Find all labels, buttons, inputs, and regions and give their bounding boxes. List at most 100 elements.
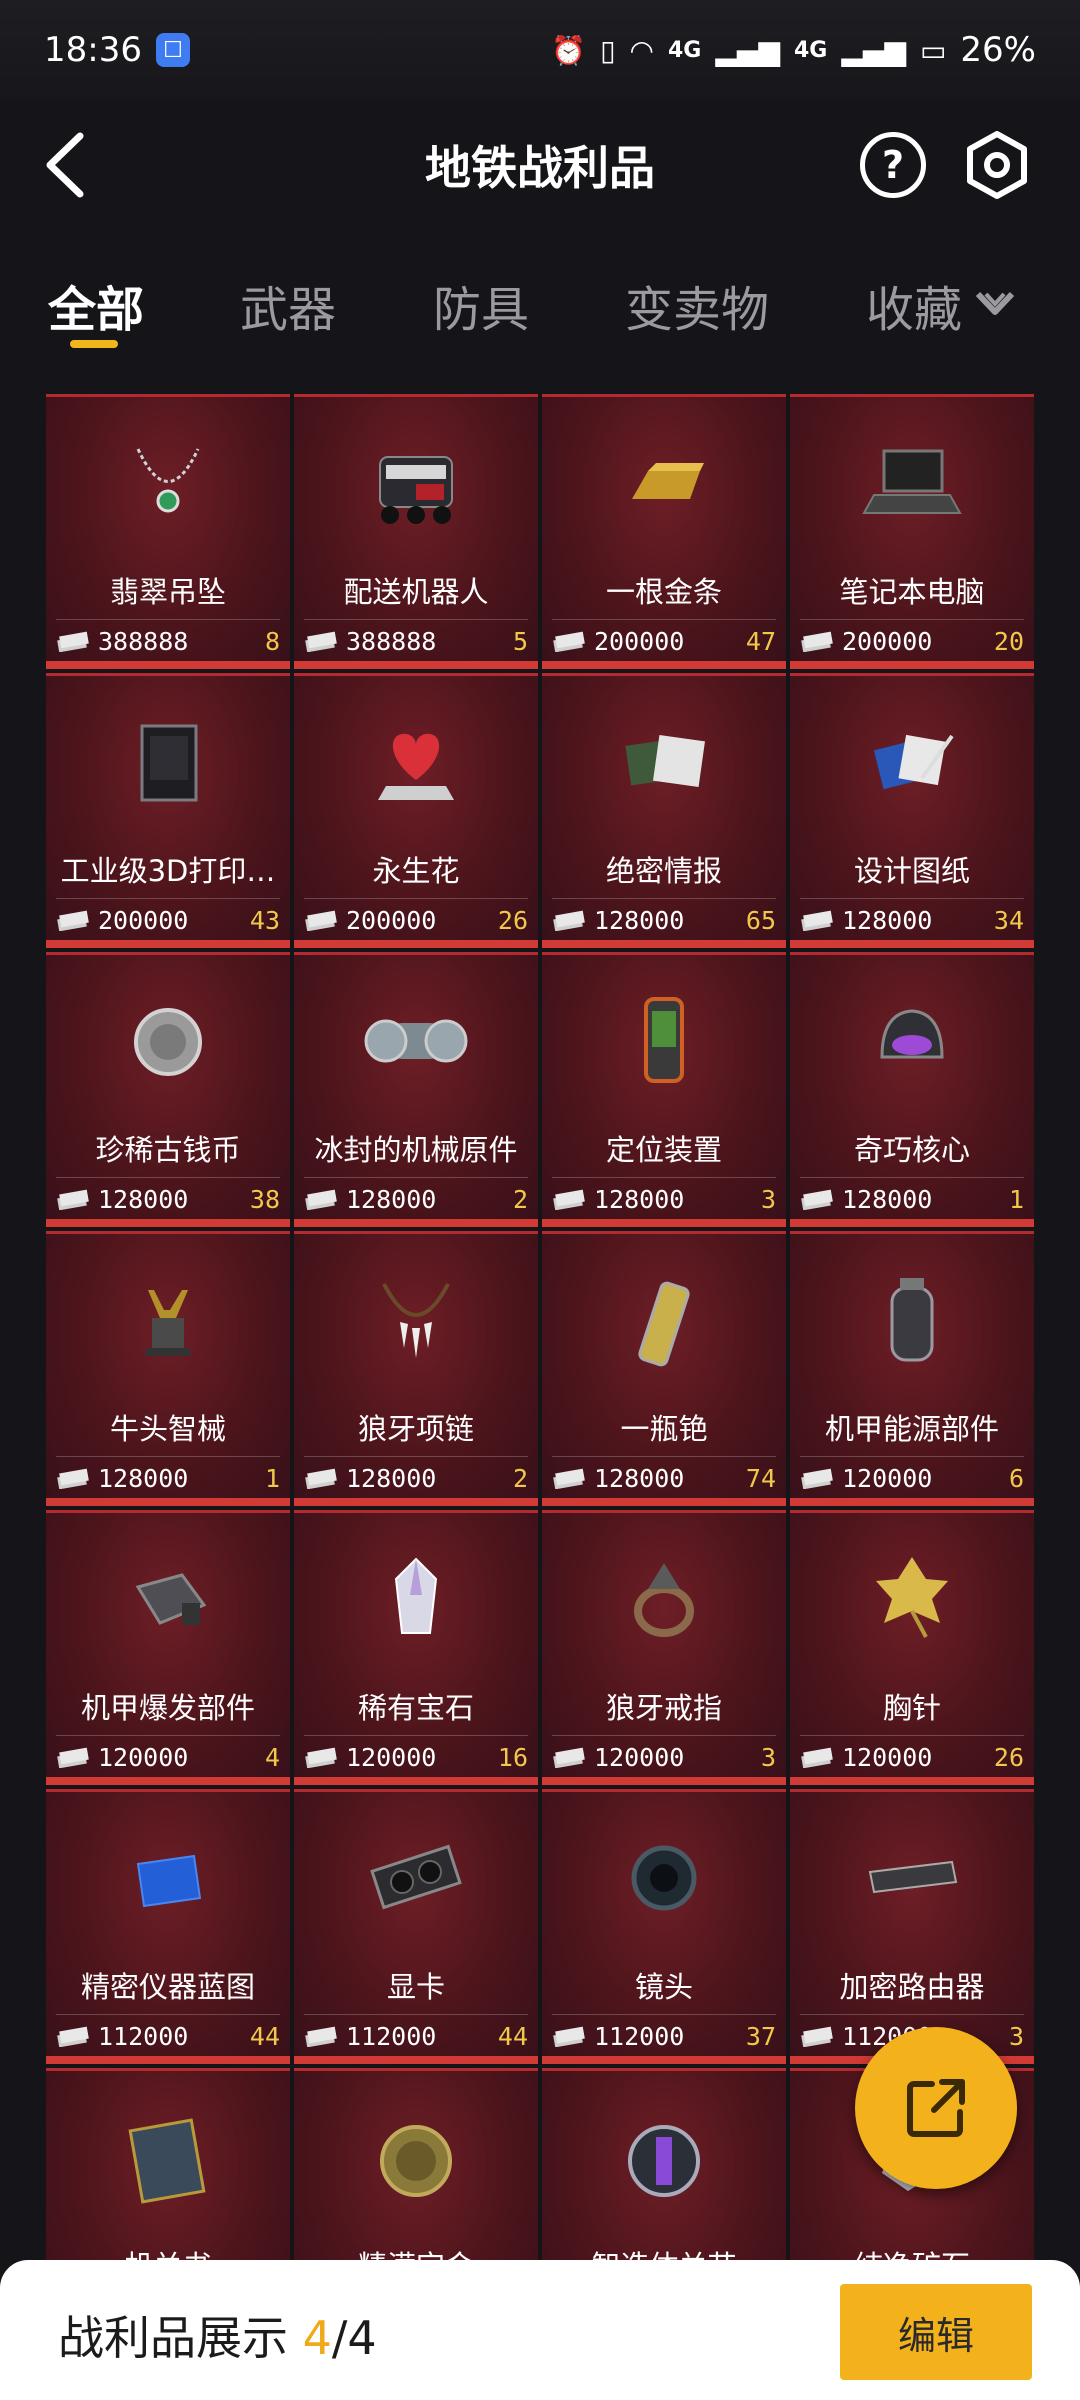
loot-card[interactable]: 加密路由器 112000 3 bbox=[790, 1789, 1034, 2064]
tab-all[interactable]: 全部 bbox=[48, 270, 144, 340]
tab-sellables[interactable]: 变卖物 bbox=[625, 270, 769, 340]
item-name: 牛头智械 bbox=[109, 1412, 226, 1446]
item-count: 16 bbox=[497, 1742, 528, 1772]
cash-icon bbox=[553, 631, 585, 652]
showcase-total-count: /4 bbox=[331, 2311, 377, 2365]
loot-card[interactable]: 稀有宝石 120000 16 bbox=[294, 1510, 538, 1785]
loot-card[interactable]: 机甲爆发部件 120000 4 bbox=[46, 1510, 290, 1785]
share-button[interactable] bbox=[855, 2027, 1017, 2189]
card-divider bbox=[304, 1456, 528, 1457]
card-divider bbox=[552, 1456, 776, 1457]
settings-button[interactable] bbox=[960, 128, 1034, 202]
battery-level: 26% bbox=[960, 30, 1036, 70]
item-price: 120000 bbox=[98, 1742, 189, 1772]
item-price: 128000 bbox=[594, 1184, 685, 1214]
canister-icon bbox=[790, 1266, 1034, 1376]
cash-icon bbox=[801, 1747, 833, 1768]
price-row: 128000 34 bbox=[800, 904, 1024, 936]
cash-icon bbox=[553, 1189, 585, 1210]
loot-card[interactable]: 一瓶铯 128000 74 bbox=[542, 1231, 786, 1506]
3d-printer-icon bbox=[46, 708, 290, 818]
card-divider bbox=[56, 1735, 280, 1736]
loot-card[interactable]: 狼牙项链 128000 2 bbox=[294, 1231, 538, 1506]
lens-icon bbox=[542, 1824, 786, 1934]
item-price: 128000 bbox=[842, 1184, 933, 1214]
tab-armor[interactable]: 防具 bbox=[433, 270, 529, 340]
alarm-icon: ⏰ bbox=[551, 33, 587, 67]
loot-card[interactable]: 笔记本电脑 200000 20 bbox=[790, 394, 1034, 669]
price-row: 120000 4 bbox=[56, 1741, 280, 1773]
item-count: 26 bbox=[993, 1742, 1024, 1772]
item-name: 冰封的机械原件 bbox=[314, 1133, 518, 1167]
card-divider bbox=[304, 1735, 528, 1736]
tab-weapons[interactable]: 武器 bbox=[240, 270, 336, 340]
medallion-icon bbox=[294, 2103, 538, 2213]
blueprint-icon bbox=[790, 708, 1034, 818]
loot-card[interactable]: 绝密情报 128000 65 bbox=[542, 673, 786, 948]
loot-card[interactable]: 牛头智械 128000 1 bbox=[46, 1231, 290, 1506]
loot-card[interactable]: 定位装置 128000 3 bbox=[542, 952, 786, 1227]
loot-card[interactable]: 翡翠吊坠 388888 8 bbox=[46, 394, 290, 669]
loot-card[interactable]: 奇巧核心 128000 1 bbox=[790, 952, 1034, 1227]
signal-icon-1: ▂▄▆ bbox=[715, 33, 780, 67]
price-row: 128000 1 bbox=[800, 1183, 1024, 1215]
item-count: 65 bbox=[745, 905, 776, 935]
edit-button[interactable]: 编辑 bbox=[840, 2284, 1032, 2380]
app-notification-icon: ☐ bbox=[155, 33, 190, 67]
item-count: 1 bbox=[1008, 1184, 1024, 1214]
item-name: 绝密情报 bbox=[605, 854, 722, 888]
loot-card[interactable]: 配送机器人 388888 5 bbox=[294, 394, 538, 669]
loot-showcase-label: 战利品展示 4/4 bbox=[58, 2302, 377, 2368]
loot-card[interactable]: 冰封的机械原件 128000 2 bbox=[294, 952, 538, 1227]
item-count: 4 bbox=[264, 1742, 280, 1772]
loot-card[interactable]: 设计图纸 128000 34 bbox=[790, 673, 1034, 948]
cash-icon bbox=[57, 631, 89, 652]
header: 地铁战利品 ? bbox=[0, 100, 1080, 230]
cash-icon bbox=[305, 631, 337, 652]
item-price: 128000 bbox=[98, 1463, 189, 1493]
item-name: 一根金条 bbox=[605, 575, 722, 609]
cash-icon bbox=[57, 2026, 89, 2047]
boost-part-icon bbox=[46, 1545, 290, 1655]
loot-card[interactable]: 精密仪器蓝图 112000 44 bbox=[46, 1789, 290, 2064]
chevron-down-icon[interactable] bbox=[972, 280, 1018, 326]
network-label-2: 4G bbox=[793, 37, 828, 63]
price-row: 120000 6 bbox=[800, 1462, 1024, 1494]
tab-favorites[interactable]: 收藏 bbox=[866, 270, 962, 340]
item-price: 128000 bbox=[594, 905, 685, 935]
item-name: 狼牙项链 bbox=[357, 1412, 474, 1446]
necklace-icon bbox=[46, 429, 290, 539]
item-price: 128000 bbox=[346, 1463, 437, 1493]
gold-bar-icon bbox=[542, 429, 786, 539]
card-divider bbox=[800, 898, 1024, 899]
item-name: 配送机器人 bbox=[343, 575, 489, 609]
price-row: 112000 44 bbox=[56, 2020, 280, 2052]
item-count: 3 bbox=[1008, 2021, 1024, 2051]
loot-card[interactable]: 镜头 112000 37 bbox=[542, 1789, 786, 2064]
help-button[interactable]: ? bbox=[860, 132, 926, 198]
showcase-current-count: 4 bbox=[302, 2311, 332, 2365]
loot-card[interactable]: 永生花 200000 26 bbox=[294, 673, 538, 948]
loot-card[interactable]: 显卡 112000 44 bbox=[294, 1789, 538, 2064]
loot-card[interactable]: 一根金条 200000 47 bbox=[542, 394, 786, 669]
item-price: 388888 bbox=[98, 626, 189, 656]
ring-icon bbox=[542, 1545, 786, 1655]
heart-flower-icon bbox=[294, 708, 538, 818]
status-bar: 18:36 ☐ ⏰ ▯ ◠ 4G ▂▄▆ 4G ▂▄▆ ▭ 26% bbox=[0, 0, 1080, 100]
leaf-brooch-icon bbox=[790, 1545, 1034, 1655]
card-divider bbox=[56, 898, 280, 899]
laptop-icon bbox=[790, 429, 1034, 539]
loot-card[interactable]: 胸针 120000 26 bbox=[790, 1510, 1034, 1785]
price-row: 120000 16 bbox=[304, 1741, 528, 1773]
item-name: 显卡 bbox=[386, 1970, 445, 2004]
loot-card[interactable]: 珍稀古钱币 128000 38 bbox=[46, 952, 290, 1227]
loot-card[interactable]: 狼牙戒指 120000 3 bbox=[542, 1510, 786, 1785]
status-time: 18:36 bbox=[44, 30, 142, 70]
item-price: 128000 bbox=[842, 905, 933, 935]
tooth-necklace-icon bbox=[294, 1266, 538, 1376]
showcase-title: 战利品展示 bbox=[58, 2311, 288, 2365]
loot-card[interactable]: 工业级3D打印… 200000 43 bbox=[46, 673, 290, 948]
price-row: 200000 20 bbox=[800, 625, 1024, 657]
cash-icon bbox=[801, 1468, 833, 1489]
loot-card[interactable]: 机甲能源部件 120000 6 bbox=[790, 1231, 1034, 1506]
